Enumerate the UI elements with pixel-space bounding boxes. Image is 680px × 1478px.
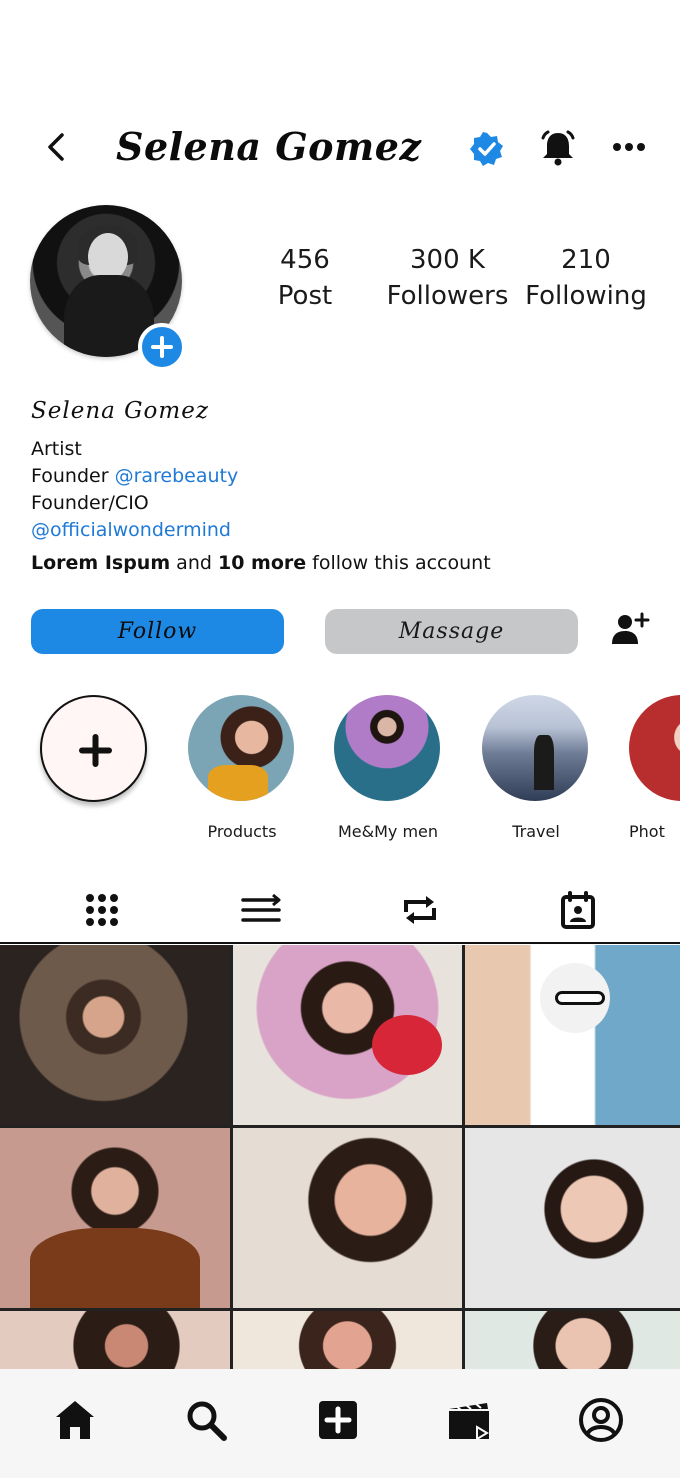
highlight-cover — [188, 695, 294, 801]
new-highlight-button[interactable] — [40, 695, 147, 802]
post-thumbnail[interactable] — [465, 1311, 680, 1369]
profile-title: Selena Gomez — [116, 124, 422, 169]
post-thumbnail[interactable] — [233, 945, 462, 1125]
highlight-item[interactable]: Me&My men — [334, 695, 442, 841]
repost-icon[interactable] — [400, 890, 440, 930]
post-thumbnail[interactable] — [233, 1128, 462, 1308]
message-button[interactable]: Massage — [325, 609, 578, 654]
followed-by-text[interactable]: Lorem Ispum and 10 more follow this acco… — [31, 552, 651, 574]
follow-button[interactable]: Follow — [31, 609, 284, 654]
bio-line: Founder @rarebeauty — [31, 463, 651, 490]
plus-circle-icon[interactable] — [138, 323, 186, 371]
posts-grid — [0, 945, 680, 1369]
rarebeauty-link[interactable]: @rarebeauty — [115, 465, 239, 487]
highlight-label: Travel — [512, 822, 560, 841]
stat-value: 456 — [280, 245, 330, 275]
search-icon[interactable] — [183, 1397, 229, 1443]
highlight-label: Products — [207, 822, 277, 841]
stat-label: Following — [525, 281, 647, 311]
followed-by-more: 10 more — [217, 552, 307, 574]
stat-value: 210 — [561, 245, 611, 275]
bio-line: @officialwondermind — [31, 517, 651, 544]
follower-name: Lorem Ispum — [31, 552, 171, 574]
post-thumbnail[interactable] — [233, 1311, 462, 1369]
followed-by-suffix: follow this account — [306, 552, 491, 574]
post-thumbnail[interactable] — [0, 1128, 230, 1308]
post-thumbnail[interactable] — [0, 1311, 230, 1369]
bio-line: Founder/CIO — [31, 492, 149, 514]
home-icon[interactable] — [52, 1397, 98, 1443]
add-post-icon[interactable] — [315, 1397, 361, 1443]
stat-following[interactable]: 210 Following — [520, 242, 652, 314]
grid-icon[interactable] — [82, 890, 122, 930]
verified-badge-icon — [470, 132, 504, 166]
back-icon[interactable] — [40, 130, 74, 164]
bio-name: Selena Gomez — [31, 398, 209, 424]
story-highlights: Products Me&My men Travel Phot — [0, 692, 680, 842]
post-thumbnail[interactable] — [465, 1128, 680, 1308]
bottom-navigation — [0, 1369, 680, 1478]
stat-label: Post — [277, 281, 333, 311]
stat-followers[interactable]: 300 K Followers — [380, 242, 515, 314]
highlight-item[interactable]: Phot — [629, 695, 680, 841]
plus-icon — [79, 734, 112, 767]
add-person-icon[interactable] — [610, 610, 650, 648]
bio-line: Artist — [31, 438, 82, 460]
highlight-cover — [482, 695, 588, 801]
highlight-item[interactable]: Travel — [482, 695, 590, 841]
stat-value: 300 K — [410, 245, 485, 275]
avatar-container[interactable] — [30, 205, 186, 371]
profile-bio: Selena Gomez Artist Founder @rarebeauty … — [31, 398, 651, 574]
bell-icon[interactable] — [538, 128, 578, 168]
post-thumbnail[interactable] — [0, 945, 230, 1125]
more-horizontal-icon[interactable] — [612, 134, 646, 160]
highlight-cover — [334, 695, 440, 801]
list-icon[interactable] — [241, 890, 281, 930]
highlight-cover — [629, 695, 680, 801]
profile-icon[interactable] — [578, 1397, 624, 1443]
profile-stats: 456 Post 300 K Followers 210 Following — [250, 242, 670, 322]
profile-header: Selena Gomez — [0, 110, 680, 184]
calendar-icon[interactable] — [558, 890, 598, 930]
content-tabs — [0, 878, 680, 944]
bio-text: Founder — [31, 465, 115, 487]
highlight-item[interactable]: Products — [188, 695, 296, 841]
reels-icon[interactable] — [447, 1397, 493, 1443]
followed-by-and: and — [170, 552, 218, 574]
wondermind-link[interactable]: @officialwondermind — [31, 519, 231, 541]
stat-label: Followers — [386, 281, 509, 311]
post-thumbnail[interactable] — [465, 945, 680, 1125]
highlight-label: Phot — [629, 822, 665, 841]
highlight-label: Me&My men — [337, 822, 439, 841]
stat-posts[interactable]: 456 Post — [260, 242, 350, 314]
